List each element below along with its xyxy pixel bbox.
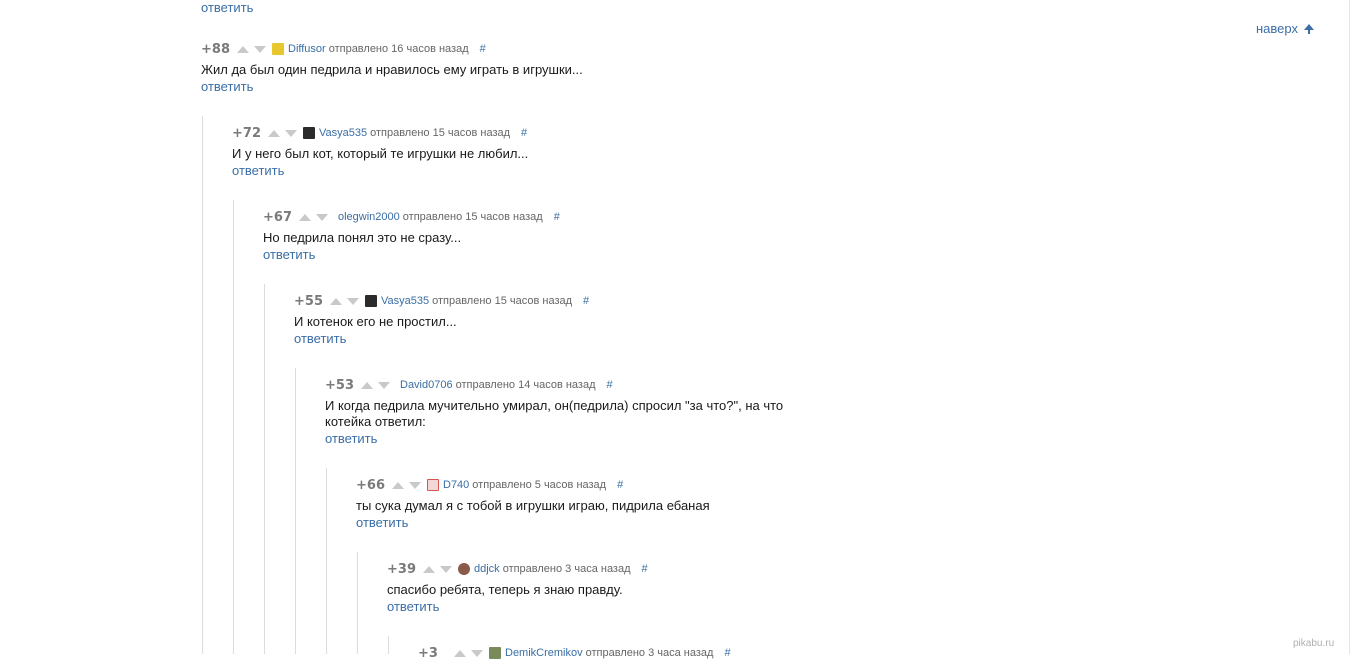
- comment-permalink[interactable]: #: [480, 43, 486, 55]
- watermark: pikabu.ru: [1293, 638, 1335, 649]
- to-top-link[interactable]: наверх: [1256, 21, 1298, 36]
- vote-up-icon[interactable]: [361, 381, 373, 389]
- vote-down-icon[interactable]: [378, 381, 390, 389]
- comment-permalink[interactable]: #: [521, 127, 527, 139]
- thread-line-3: [264, 284, 265, 654]
- comment: +67 olegwin2000 отправлено 15 часов наза…: [263, 208, 560, 264]
- comment-header: +72 Vasya535 отправлено 15 часов назад #: [232, 124, 528, 142]
- comment: +72 Vasya535 отправлено 15 часов назад #…: [232, 124, 528, 180]
- comment-rating: +55: [294, 293, 323, 309]
- thread-line-7: [388, 636, 389, 654]
- author-link[interactable]: DemikCremikov: [505, 647, 583, 659]
- comment-rating: +53: [325, 377, 354, 393]
- author-link[interactable]: Vasya535: [381, 295, 429, 307]
- comment-text: Жил да был один педрила и нравилось ему …: [201, 62, 583, 77]
- comment-text-line: И когда педрила мучительно умирал, он(пе…: [325, 398, 784, 413]
- author-link[interactable]: David0706: [400, 379, 453, 391]
- comment-permalink[interactable]: #: [617, 479, 623, 491]
- comment-time: отправлено 3 часа назад: [585, 647, 714, 659]
- comment-permalink[interactable]: #: [642, 563, 648, 575]
- reply-link[interactable]: ответить: [201, 79, 253, 95]
- comment-text: Но педрила понял это не сразу...: [263, 230, 462, 245]
- vote-up-icon[interactable]: [299, 213, 311, 221]
- vote-up-icon[interactable]: [268, 129, 280, 137]
- author-link[interactable]: ddjck: [474, 563, 500, 575]
- comment-time: отправлено 16 часов назад: [328, 43, 469, 55]
- author-link[interactable]: D740: [443, 479, 469, 491]
- dark-portrait-avatar-icon[interactable]: [303, 127, 315, 139]
- vote-down-icon[interactable]: [471, 649, 483, 657]
- comment: +53 David0706 отправлено 14 часов назад …: [325, 376, 783, 448]
- reply-link[interactable]: ответить: [325, 431, 377, 447]
- thread-line-1: [202, 116, 203, 654]
- author-link[interactable]: Vasya535: [319, 127, 367, 139]
- comment-time: отправлено 14 часов назад: [455, 379, 596, 391]
- reply-link[interactable]: ответить: [263, 247, 315, 263]
- comment-rating: +72: [232, 125, 261, 141]
- reply-link[interactable]: ответить: [387, 599, 439, 615]
- dark-portrait-avatar-icon[interactable]: [365, 295, 377, 307]
- comment-header: +88 Diffusor отправлено 16 часов назад #: [201, 40, 583, 58]
- comment-text: ты сука думал я с тобой в игрушки играю,…: [356, 498, 710, 513]
- yellow-face-avatar-icon[interactable]: [272, 43, 284, 55]
- arrow-up-icon[interactable]: [1303, 23, 1314, 34]
- thread-line-6: [357, 552, 358, 654]
- comment-rating: +67: [263, 209, 292, 225]
- comment-header: +55 Vasya535 отправлено 15 часов назад #: [294, 292, 589, 310]
- comment-permalink[interactable]: #: [607, 379, 613, 391]
- reply-link-previous[interactable]: ответить: [201, 0, 253, 16]
- thread-line-4: [295, 368, 296, 654]
- comment-rating: +39: [387, 561, 416, 577]
- comment-permalink[interactable]: #: [724, 647, 730, 659]
- comment-text: И у него был кот, который те игрушки не …: [232, 146, 529, 161]
- comment: +66 D740 отправлено 5 часов назад # ты с…: [356, 476, 710, 532]
- comment-header: +3 DemikCremikov отправлено 3 часа назад…: [418, 644, 731, 662]
- thread-line-5: [326, 468, 327, 654]
- comment-rating: +66: [356, 477, 385, 493]
- scroll-to-top[interactable]: наверх: [1256, 21, 1314, 36]
- vote-up-icon[interactable]: [330, 297, 342, 305]
- comment-header: +66 D740 отправлено 5 часов назад #: [356, 476, 710, 494]
- cat-avatar-icon[interactable]: [489, 647, 501, 659]
- vote-down-icon[interactable]: [347, 297, 359, 305]
- comment-header: +53 David0706 отправлено 14 часов назад …: [325, 376, 783, 394]
- comment-time: отправлено 3 часа назад: [502, 563, 631, 575]
- vote-down-icon[interactable]: [254, 45, 266, 53]
- author-link[interactable]: Diffusor: [288, 43, 326, 55]
- author-link[interactable]: olegwin2000: [338, 211, 400, 223]
- comment-rating: +3: [418, 645, 438, 661]
- vote-down-icon[interactable]: [316, 213, 328, 221]
- face-avatar-icon[interactable]: [458, 563, 470, 575]
- comment-permalink[interactable]: #: [583, 295, 589, 307]
- comment: +39 ddjck отправлено 3 часа назад # спас…: [387, 560, 648, 616]
- reply-link[interactable]: ответить: [294, 331, 346, 347]
- comment: +55 Vasya535 отправлено 15 часов назад #…: [294, 292, 589, 348]
- comment: +88 Diffusor отправлено 16 часов назад #…: [201, 40, 583, 96]
- comment-text-line: котейка ответил:: [325, 414, 426, 429]
- comment-time: отправлено 15 часов назад: [432, 295, 573, 307]
- comment-rating: +88: [201, 41, 230, 57]
- vote-down-icon[interactable]: [285, 129, 297, 137]
- comment-header: +39 ddjck отправлено 3 часа назад #: [387, 560, 648, 578]
- reply-link[interactable]: ответить: [356, 515, 408, 531]
- comment-text: И когда педрила мучительно умирал, он(пе…: [325, 398, 783, 430]
- red-figure-avatar-icon[interactable]: [427, 479, 439, 491]
- vote-down-icon[interactable]: [440, 565, 452, 573]
- vote-up-icon[interactable]: [392, 481, 404, 489]
- vote-down-icon[interactable]: [409, 481, 421, 489]
- comment: +3 DemikCremikov отправлено 3 часа назад…: [418, 644, 731, 662]
- comment-permalink[interactable]: #: [554, 211, 560, 223]
- comment-time: отправлено 15 часов назад: [402, 211, 543, 223]
- comment-time: отправлено 15 часов назад: [370, 127, 511, 139]
- comment-header: +67 olegwin2000 отправлено 15 часов наза…: [263, 208, 560, 226]
- vote-up-icon[interactable]: [423, 565, 435, 573]
- reply-link[interactable]: ответить: [232, 163, 284, 179]
- comment-text: спасибо ребята, теперь я знаю правду.: [387, 582, 623, 597]
- vote-up-icon[interactable]: [454, 649, 466, 657]
- comment-time: отправлено 5 часов назад: [472, 479, 607, 491]
- comment-text: И котенок его не простил...: [294, 314, 457, 329]
- vote-up-icon[interactable]: [237, 45, 249, 53]
- thread-line-2: [233, 200, 234, 654]
